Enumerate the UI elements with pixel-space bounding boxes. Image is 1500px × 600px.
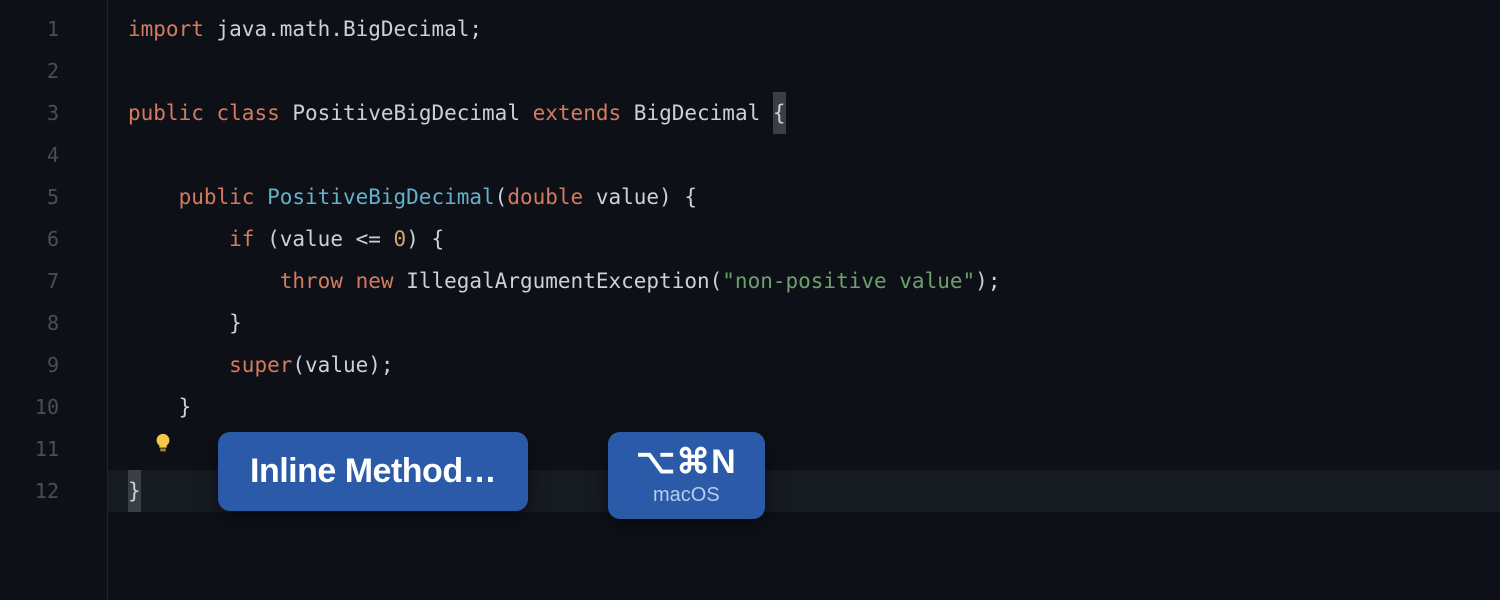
keyboard-shortcut-hint: ⌥⌘N macOS <box>608 432 765 519</box>
line-number: 6 <box>0 218 107 260</box>
code-line[interactable]: if (value <= 0) { <box>128 218 1500 260</box>
line-number: 5 <box>0 176 107 218</box>
caret: { <box>773 92 786 134</box>
code-line[interactable] <box>128 134 1500 176</box>
code-line[interactable]: throw new IllegalArgumentException("non-… <box>128 260 1500 302</box>
line-number: 12 <box>0 470 107 512</box>
line-number: 1 <box>0 8 107 50</box>
code-line[interactable]: } <box>128 302 1500 344</box>
lightbulb-icon[interactable] <box>152 432 174 454</box>
shortcut-keys: ⌥⌘N <box>636 442 737 482</box>
line-number: 2 <box>0 50 107 92</box>
code-line[interactable]: super(value); <box>128 344 1500 386</box>
line-number: 3 <box>0 92 107 134</box>
code-line[interactable]: import java.math.BigDecimal; <box>128 8 1500 50</box>
shortcut-platform: macOS <box>636 484 737 507</box>
line-number: 10 <box>0 386 107 428</box>
code-line[interactable]: public class PositiveBigDecimal extends … <box>128 92 1500 134</box>
line-number: 9 <box>0 344 107 386</box>
line-number: 7 <box>0 260 107 302</box>
action-label: Inline Method… <box>250 452 496 490</box>
code-line[interactable] <box>128 50 1500 92</box>
line-number: 8 <box>0 302 107 344</box>
caret: } <box>128 470 141 512</box>
line-number: 11 <box>0 428 107 470</box>
code-line[interactable]: public PositiveBigDecimal(double value) … <box>128 176 1500 218</box>
inline-method-action[interactable]: Inline Method… <box>218 432 528 511</box>
code-line[interactable]: } <box>128 386 1500 428</box>
line-number-gutter: 1 2 3 4 5 6 7 8 9 10 11 12 <box>0 0 108 600</box>
line-number: 4 <box>0 134 107 176</box>
